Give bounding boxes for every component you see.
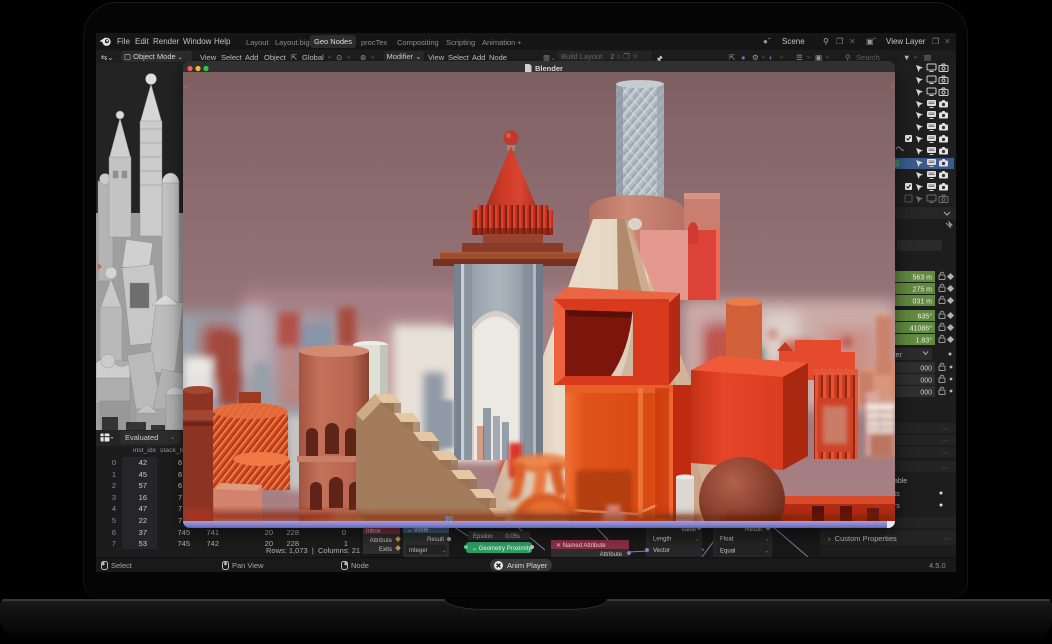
svg-text:⋯: ⋯ <box>942 439 948 445</box>
svg-text:000: 000 <box>920 366 932 373</box>
svg-text:⌄ Geometry Proximity: ⌄ Geometry Proximity <box>472 546 531 552</box>
svg-text:563 m: 563 m <box>913 275 933 282</box>
svg-text:⌄: ⌄ <box>765 537 769 543</box>
svg-text:⋯: ⋯ <box>942 466 948 472</box>
svg-text:‹: ‹ <box>891 80 894 90</box>
svg-text:› Custom Properties: › Custom Properties <box>828 534 897 543</box>
svg-text:Attribute: Attribute <box>370 538 393 544</box>
svg-text:Vector: Vector <box>653 548 670 554</box>
svg-text:ler: ler <box>894 352 902 359</box>
svg-text:⌄: ⌄ <box>765 549 769 555</box>
svg-text:0.05s: 0.05s <box>505 534 520 540</box>
svg-text:Float: Float <box>720 537 734 543</box>
svg-text:635°: 635° <box>918 313 933 321</box>
svg-text:⋯: ⋯ <box>944 537 950 543</box>
svg-text:000: 000 <box>920 378 932 385</box>
svg-text:41086°: 41086° <box>910 325 932 333</box>
svg-text:1.83°: 1.83° <box>916 337 933 345</box>
svg-text:Inbox: Inbox <box>366 529 381 535</box>
svg-text:275 m: 275 m <box>913 287 933 294</box>
svg-text:Length: Length <box>653 537 671 543</box>
svg-text:⋯: ⋯ <box>942 451 948 457</box>
svg-text:000: 000 <box>920 390 932 397</box>
svg-text:Epsilon: Epsilon <box>473 534 493 540</box>
svg-text:Integer: Integer <box>409 548 428 554</box>
svg-text:›: › <box>184 81 187 91</box>
svg-text:⋯: ⋯ <box>942 427 948 433</box>
svg-text:⌄: ⌄ <box>695 537 699 543</box>
svg-text:⌄ Voxel: ⌄ Voxel <box>407 528 428 534</box>
svg-text:✕ Named Attribute: ✕ Named Attribute <box>556 543 606 549</box>
svg-text:031 m: 031 m <box>913 299 933 306</box>
svg-text:Result: Result <box>427 537 444 543</box>
svg-text:⌄: ⌄ <box>442 548 446 554</box>
svg-text:Exits: Exits <box>379 547 392 553</box>
svg-text:Equal: Equal <box>720 549 735 555</box>
